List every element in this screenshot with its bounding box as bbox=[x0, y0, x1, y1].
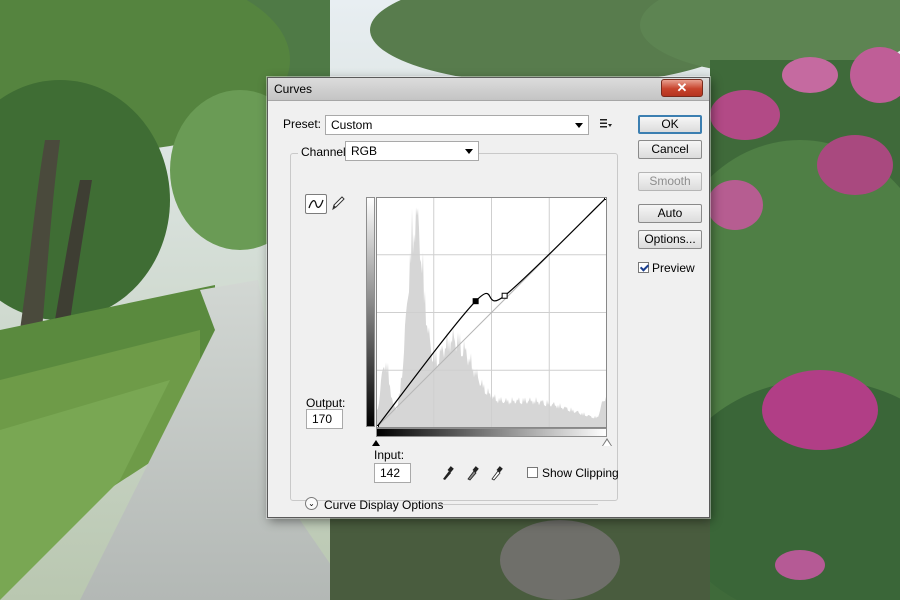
preset-label: Preset: bbox=[283, 117, 322, 131]
chevron-down-icon bbox=[575, 123, 583, 128]
title-bar[interactable]: Curves ✕ bbox=[268, 78, 709, 101]
curves-dialog: Curves ✕ Preset: Custom OK Cancel Smooth… bbox=[267, 77, 710, 518]
show-clipping-checkbox[interactable] bbox=[527, 467, 538, 478]
white-eyedropper-icon[interactable] bbox=[490, 465, 504, 481]
close-button[interactable]: ✕ bbox=[661, 79, 703, 97]
preview-label: Preview bbox=[652, 261, 695, 275]
curve-control-point[interactable] bbox=[501, 292, 508, 299]
divider bbox=[438, 504, 598, 505]
list-menu-icon[interactable] bbox=[599, 118, 613, 130]
smooth-button[interactable]: Smooth bbox=[638, 172, 702, 191]
preset-value: Custom bbox=[331, 118, 373, 132]
chevron-down-icon bbox=[465, 149, 473, 154]
channel-value: RGB bbox=[351, 144, 378, 158]
output-field[interactable]: 170 bbox=[306, 409, 343, 429]
output-label: Output: bbox=[306, 396, 346, 410]
preset-dropdown[interactable]: Custom bbox=[325, 115, 589, 135]
curve-graph[interactable] bbox=[376, 197, 607, 428]
input-gradient-bar bbox=[376, 428, 607, 437]
pencil-icon bbox=[332, 196, 345, 211]
channel-label: Channel: bbox=[298, 145, 353, 159]
output-gradient-bar bbox=[366, 197, 375, 427]
black-eyedropper-icon[interactable] bbox=[441, 465, 455, 481]
ok-button[interactable]: OK bbox=[638, 115, 702, 134]
black-point-slider[interactable] bbox=[372, 440, 380, 446]
pencil-tool[interactable] bbox=[327, 194, 349, 214]
close-icon: ✕ bbox=[676, 80, 688, 95]
dialog-body: Preset: Custom OK Cancel Smooth Auto Opt… bbox=[276, 106, 702, 512]
curve-point-icon bbox=[308, 199, 324, 209]
window-title: Curves bbox=[274, 82, 313, 96]
expand-chevron-icon[interactable]: ⌄ bbox=[305, 497, 318, 510]
curve-point-tool[interactable] bbox=[305, 194, 327, 214]
input-label: Input: bbox=[374, 448, 405, 462]
input-field[interactable]: 142 bbox=[374, 463, 411, 483]
curve-display-options-label[interactable]: Curve Display Options bbox=[324, 498, 443, 512]
curve-control-point[interactable] bbox=[472, 298, 479, 305]
white-point-slider-fill bbox=[603, 440, 611, 446]
gray-eyedropper-icon[interactable] bbox=[466, 465, 480, 481]
auto-button[interactable]: Auto bbox=[638, 204, 702, 223]
show-clipping-label: Show Clipping bbox=[542, 466, 619, 480]
options-button[interactable]: Options... bbox=[638, 230, 702, 249]
cancel-button[interactable]: Cancel bbox=[638, 140, 702, 159]
channel-dropdown[interactable]: RGB bbox=[345, 141, 479, 161]
preview-checkbox[interactable] bbox=[638, 262, 649, 273]
